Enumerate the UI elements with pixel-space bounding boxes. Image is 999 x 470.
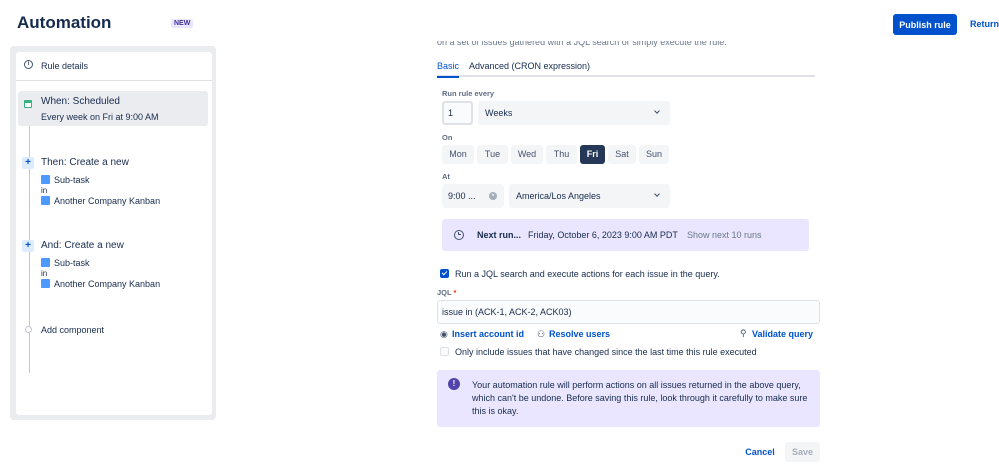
trigger-title: When: Scheduled bbox=[41, 96, 120, 107]
project-name: Another Company Kanban bbox=[54, 279, 161, 289]
jql-label: JQL * bbox=[437, 288, 456, 297]
chevron-down-icon bbox=[654, 191, 660, 197]
jql-search-label: Run a JQL search and execute actions for… bbox=[455, 269, 720, 279]
publish-rule-button[interactable]: Publish rule bbox=[893, 14, 957, 35]
jql-input[interactable]: issue in (ACK-1, ACK-2, ACK03) bbox=[437, 300, 820, 324]
project-icon bbox=[41, 279, 50, 288]
required-marker: * bbox=[453, 288, 457, 297]
clock-icon bbox=[454, 230, 464, 240]
add-circle-icon bbox=[25, 326, 32, 333]
next-run-value: Friday, October 6, 2023 9:00 AM PDT bbox=[528, 230, 678, 240]
period-value: Weeks bbox=[485, 108, 513, 118]
action-title: Then: Create a new bbox=[41, 157, 129, 168]
day-fri[interactable]: Fri bbox=[580, 145, 605, 164]
at-label: At bbox=[442, 172, 450, 181]
jql-label-text: JQL bbox=[437, 288, 452, 297]
in-label: in bbox=[41, 186, 48, 195]
trigger-scheduled[interactable]: When: Scheduled Every week on Fri at 9:0… bbox=[18, 91, 208, 126]
description-text: on a set of issues gathered with a JQL s… bbox=[437, 41, 727, 47]
user-icon: ◉ bbox=[440, 329, 448, 339]
insert-account-id-link[interactable]: Insert account id bbox=[452, 329, 524, 339]
save-button[interactable]: Save bbox=[785, 442, 820, 462]
rule-sidebar: i Rule details When: Scheduled Every wee… bbox=[16, 52, 212, 415]
warning-panel: ! Your automation rule will perform acti… bbox=[437, 370, 820, 427]
clear-icon[interactable]: × bbox=[489, 192, 497, 200]
chevron-down-icon bbox=[654, 108, 660, 114]
project-name: Another Company Kanban bbox=[54, 196, 161, 206]
only-changed-checkbox[interactable] bbox=[440, 347, 449, 356]
subtask-icon bbox=[41, 258, 50, 267]
day-sun[interactable]: Sun bbox=[639, 145, 669, 164]
tab-basic[interactable]: Basic bbox=[437, 61, 460, 78]
next-run-panel: Next run... Friday, October 6, 2023 9:00… bbox=[442, 219, 809, 251]
action-title: And: Create a new bbox=[41, 240, 124, 251]
timezone-select[interactable]: America/Los Angeles bbox=[509, 184, 670, 208]
subtask-icon bbox=[41, 175, 50, 184]
return-link[interactable]: Return bbox=[970, 19, 999, 29]
run-every-label: Run rule every bbox=[442, 89, 495, 98]
day-mon[interactable]: Mon bbox=[442, 145, 474, 164]
plus-icon: + bbox=[22, 240, 34, 252]
issue-type: Sub-task bbox=[54, 258, 90, 268]
run-every-input[interactable]: 1 bbox=[442, 101, 473, 125]
day-thu[interactable]: Thu bbox=[546, 145, 577, 164]
page-title: Automation bbox=[17, 13, 112, 32]
rule-details-label: Rule details bbox=[41, 61, 89, 71]
trigger-subtitle: Every week on Fri at 9:00 AM bbox=[41, 112, 159, 122]
next-run-label: Next run... bbox=[477, 230, 522, 240]
validate-query-link[interactable]: Validate query bbox=[752, 329, 813, 339]
users-icon: ⚇ bbox=[537, 329, 546, 339]
jql-search-checkbox[interactable] bbox=[440, 269, 449, 278]
project-icon bbox=[41, 196, 50, 205]
cancel-button[interactable]: Cancel bbox=[737, 442, 783, 462]
time-value: 9:00 ... bbox=[448, 191, 476, 201]
exclamation-icon: ! bbox=[448, 378, 460, 390]
warning-text: Your automation rule will perform action… bbox=[472, 380, 808, 416]
new-badge: NEW bbox=[171, 19, 194, 28]
rule-details-item[interactable]: i Rule details bbox=[16, 52, 212, 81]
resolve-users-link[interactable]: Resolve users bbox=[549, 329, 610, 339]
plus-icon: + bbox=[22, 157, 34, 169]
period-select[interactable]: Weeks bbox=[478, 101, 670, 125]
info-icon: i bbox=[24, 60, 33, 69]
on-label: On bbox=[442, 133, 453, 142]
schedule-tabs: Basic Advanced (CRON expression) bbox=[437, 58, 815, 78]
day-wed[interactable]: Wed bbox=[511, 145, 543, 164]
only-changed-label: Only include issues that have changed si… bbox=[455, 347, 757, 357]
issue-type: Sub-task bbox=[54, 175, 90, 185]
in-label: in bbox=[41, 269, 48, 278]
add-component-button[interactable]: Add component bbox=[41, 325, 104, 335]
day-tue[interactable]: Tue bbox=[477, 145, 508, 164]
tab-advanced-cron[interactable]: Advanced (CRON expression) bbox=[469, 61, 590, 71]
search-icon: ⚲ bbox=[740, 328, 747, 338]
timezone-value: America/Los Angeles bbox=[516, 191, 601, 201]
show-next-runs-link[interactable]: Show next 10 runs bbox=[687, 230, 762, 240]
calendar-icon bbox=[24, 100, 32, 108]
day-sat[interactable]: Sat bbox=[608, 145, 636, 164]
